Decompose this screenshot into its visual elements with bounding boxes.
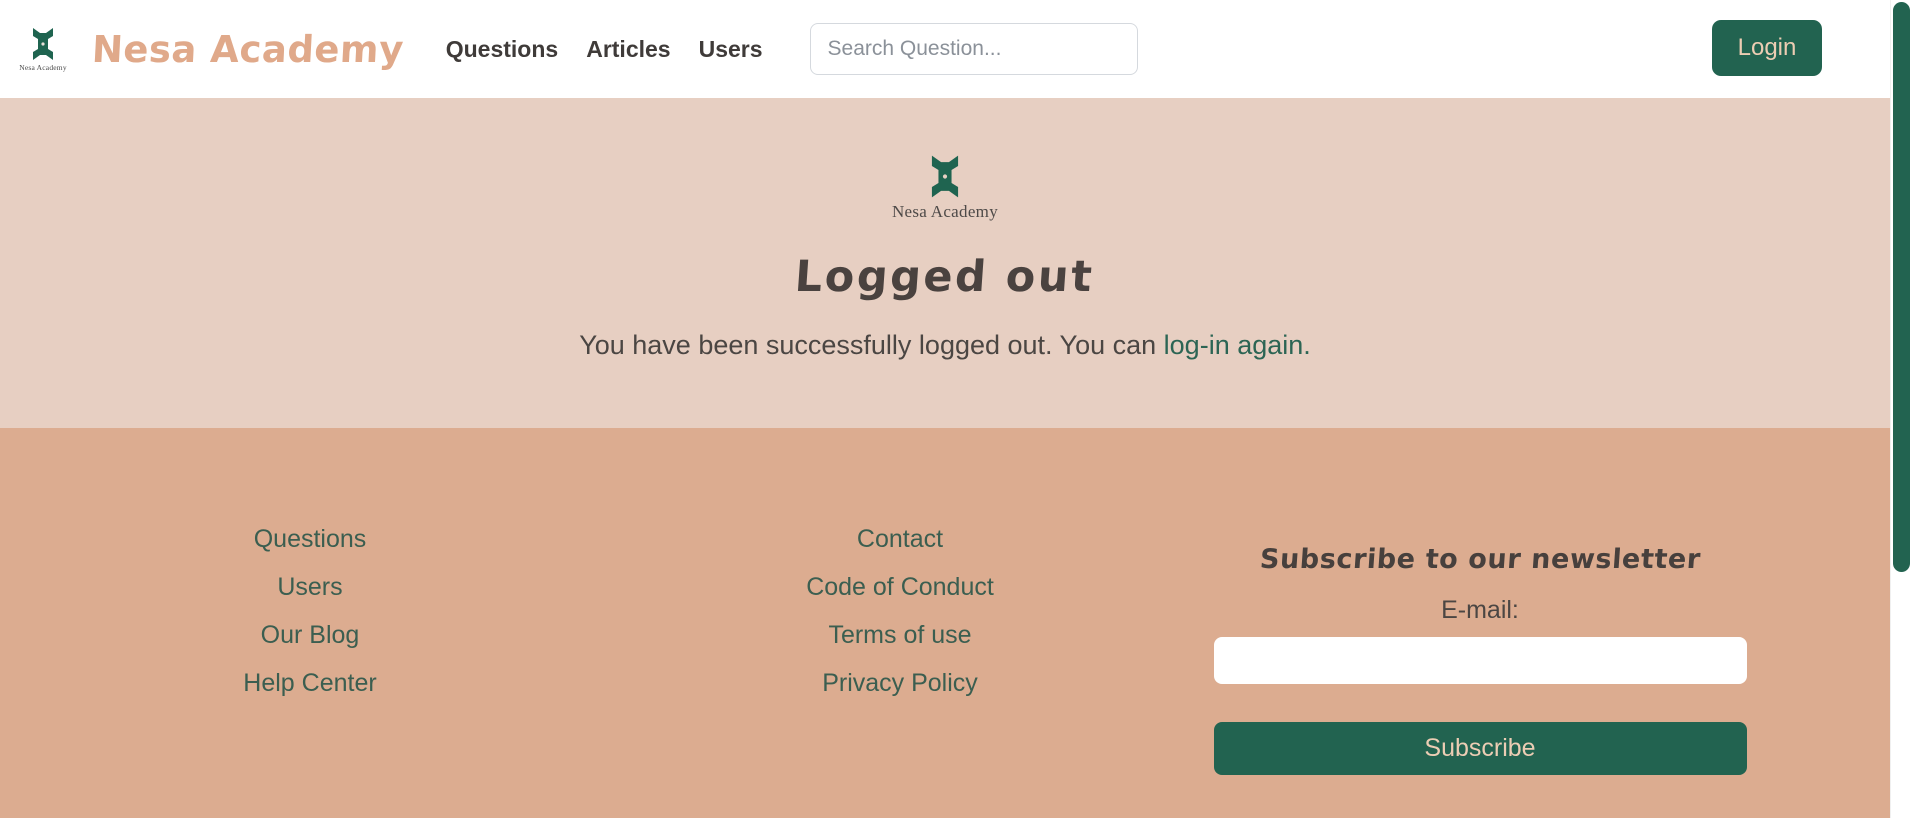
site-footer: Questions Users Our Blog Help Center Con… <box>0 428 1890 818</box>
page-root: Nesa Academy Nesa Academy Questions Arti… <box>0 0 1911 818</box>
brand-group[interactable]: Nesa Academy Nesa Academy <box>12 20 405 78</box>
page-scrollbar-track[interactable] <box>1890 0 1911 818</box>
footer-link-help-center[interactable]: Help Center <box>243 664 376 702</box>
nav-item-users[interactable]: Users <box>699 36 763 63</box>
main-navigation: Questions Articles Users <box>446 36 763 63</box>
hero-section: Nesa Academy Logged out You have been su… <box>0 98 1890 428</box>
page-scrollbar-thumb[interactable] <box>1893 2 1910 572</box>
nav-item-questions[interactable]: Questions <box>446 36 558 63</box>
footer-column-two: Contact Code of Conduct Terms of use Pri… <box>620 520 1180 818</box>
hero-logo-caption: Nesa Academy <box>891 202 999 221</box>
email-input[interactable] <box>1213 637 1747 684</box>
logout-message-text: You have been successfully logged out. Y… <box>579 330 1164 360</box>
nesa-bowtie-logo-icon <box>931 155 959 198</box>
site-header: Nesa Academy Nesa Academy Questions Arti… <box>0 0 1890 98</box>
search-container <box>809 23 1138 75</box>
footer-link-users[interactable]: Users <box>277 568 342 606</box>
logout-message: You have been successfully logged out. Y… <box>579 330 1311 361</box>
newsletter-section: Subscribe to our newsletter E-mail: Subs… <box>1180 520 1780 818</box>
brand-title[interactable]: Nesa Academy <box>91 28 405 71</box>
email-label: E-mail: <box>1441 596 1519 624</box>
footer-link-code-of-conduct[interactable]: Code of Conduct <box>806 568 994 606</box>
hero-logo: Nesa Academy <box>892 154 998 222</box>
newsletter-title: Subscribe to our newsletter <box>1258 544 1702 575</box>
nav-item-articles[interactable]: Articles <box>586 36 670 63</box>
page-viewport: Nesa Academy Nesa Academy Questions Arti… <box>0 0 1890 818</box>
subscribe-button[interactable]: Subscribe <box>1213 722 1747 775</box>
footer-column-one: Questions Users Our Blog Help Center <box>0 520 620 818</box>
login-again-link[interactable]: log-in again. <box>1164 330 1311 360</box>
search-input[interactable] <box>809 23 1138 75</box>
footer-link-our-blog[interactable]: Our Blog <box>261 616 360 654</box>
footer-link-privacy-policy[interactable]: Privacy Policy <box>822 664 978 702</box>
footer-link-contact[interactable]: Contact <box>857 520 943 558</box>
page-title: Logged out <box>793 252 1097 302</box>
footer-link-questions[interactable]: Questions <box>254 520 367 558</box>
footer-link-terms-of-use[interactable]: Terms of use <box>828 616 971 654</box>
nesa-bowtie-logo-icon: Nesa Academy <box>12 20 74 78</box>
login-button[interactable]: Login <box>1712 20 1822 76</box>
logo-caption: Nesa Academy <box>19 62 67 72</box>
